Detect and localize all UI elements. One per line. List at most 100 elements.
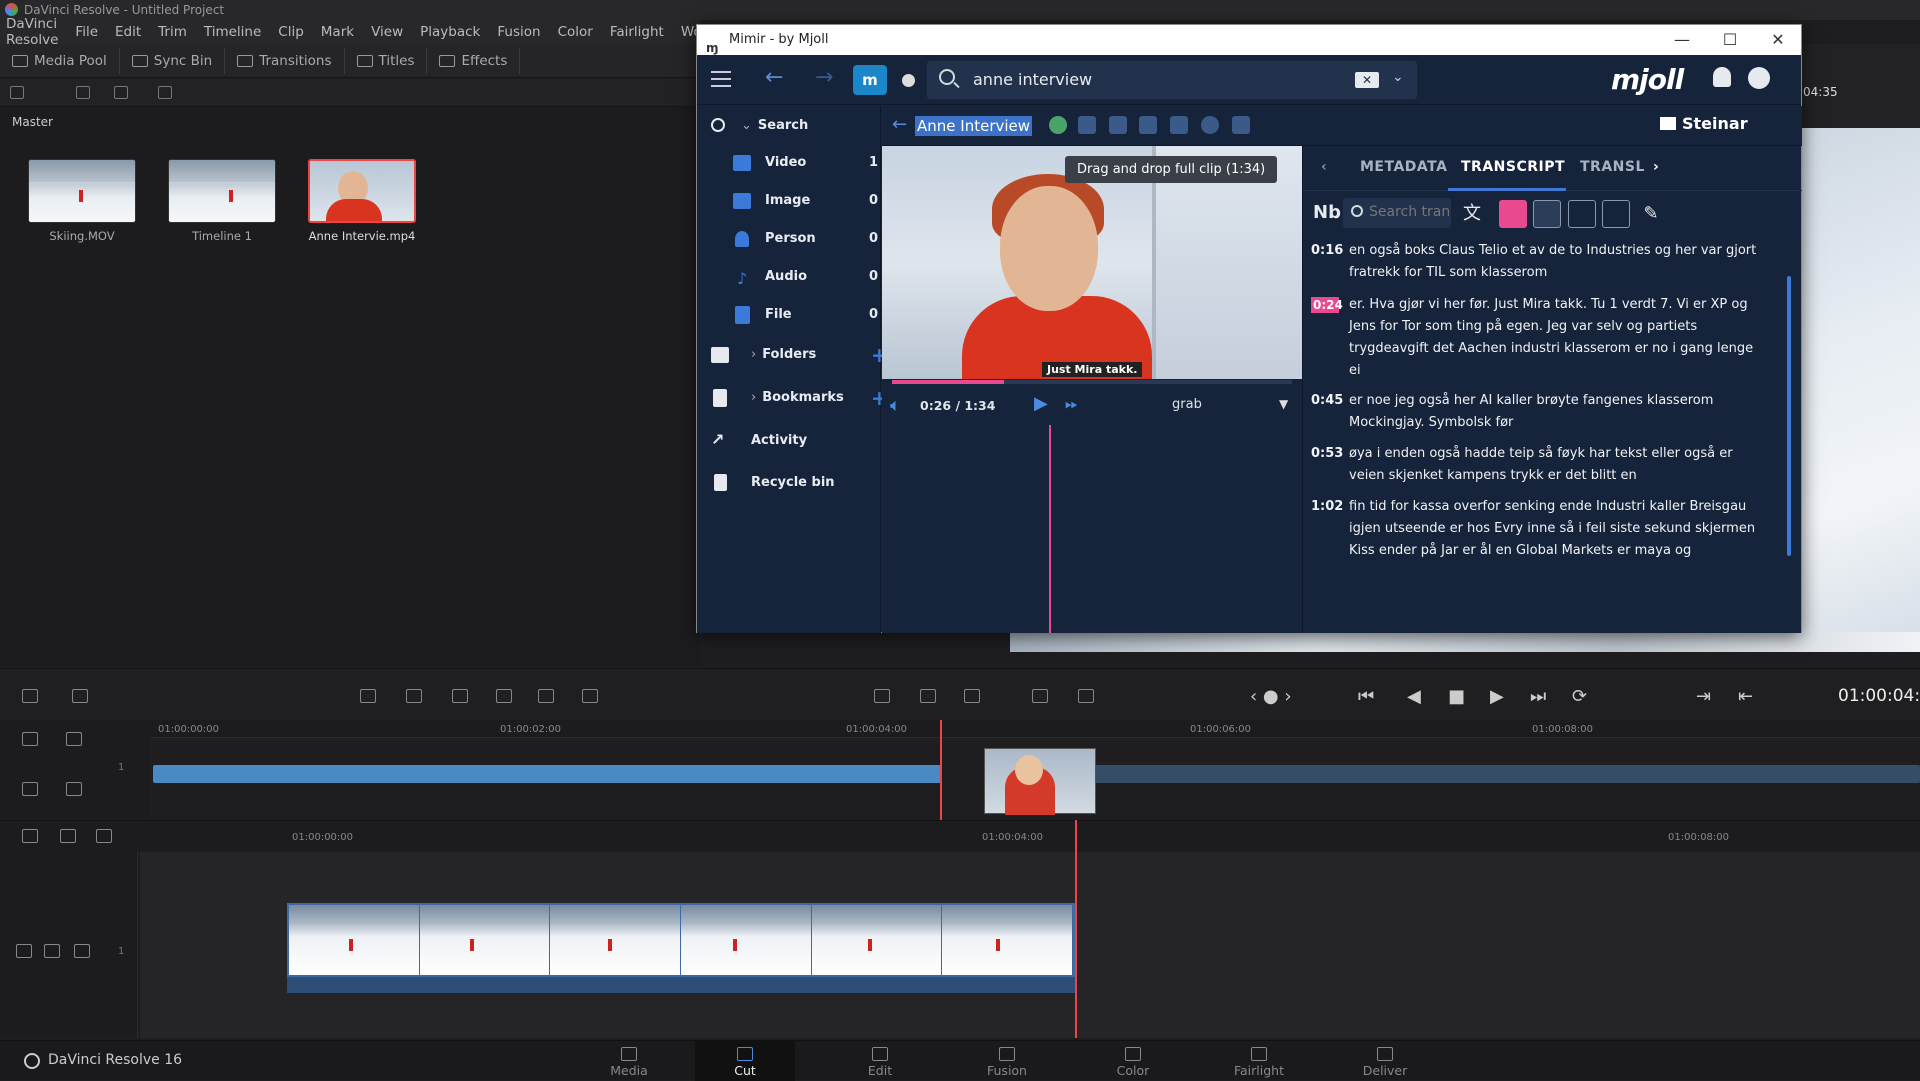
mark-out-icon[interactable]: ⇤: [1738, 686, 1753, 707]
titles-button[interactable]: Titles: [345, 47, 428, 74]
transcript-search-input[interactable]: [1369, 204, 1449, 220]
page-deliver[interactable]: Deliver: [1335, 1041, 1435, 1081]
sidebar-search[interactable]: ⌄ Search: [697, 109, 881, 143]
archive-icon[interactable]: [1170, 116, 1188, 134]
go-to-start-icon[interactable]: ⏮: [1358, 686, 1374, 707]
append-icon[interactable]: [406, 689, 422, 703]
trim-tool-icon[interactable]: [66, 732, 82, 746]
volume-icon[interactable]: 🔈︎: [890, 395, 901, 416]
dragged-clip-thumbnail[interactable]: [984, 748, 1096, 815]
zoom-out-icon[interactable]: [66, 782, 82, 796]
page-media[interactable]: Media: [579, 1041, 679, 1081]
sync-bin-button[interactable]: Sync Bin: [120, 47, 226, 74]
clip-anne-interview[interactable]: Anne Intervie.mp4: [308, 159, 416, 243]
copy-icon[interactable]: [1602, 200, 1630, 228]
stop-icon[interactable]: ■: [1448, 686, 1465, 707]
lock-icon[interactable]: [16, 944, 32, 958]
smart-insert-icon[interactable]: [22, 689, 38, 703]
clip-timeline-1[interactable]: Timeline 1: [168, 159, 276, 243]
back-to-results-icon[interactable]: ←: [892, 114, 907, 135]
loop-icon[interactable]: ⟳: [1572, 686, 1587, 707]
bell-icon[interactable]: [1713, 67, 1731, 87]
clear-search-icon[interactable]: ✕: [1355, 72, 1379, 88]
back-arrow-icon[interactable]: ←: [765, 65, 783, 90]
menu-fusion[interactable]: Fusion: [497, 24, 540, 40]
lower-playhead[interactable]: [1075, 820, 1077, 1038]
sidebar-activity[interactable]: ↗ Activity: [697, 424, 881, 458]
mark-in-icon[interactable]: ⇥: [1696, 686, 1711, 707]
media-pool-button[interactable]: Media Pool: [0, 47, 120, 74]
delete-icon[interactable]: [1139, 116, 1157, 134]
sidebar-item-audio[interactable]: ♪ Audio 0: [697, 260, 881, 294]
save-icon[interactable]: [1109, 116, 1127, 134]
sidebar-folders[interactable]: › Folders +: [697, 338, 888, 372]
menu-edit[interactable]: Edit: [115, 24, 141, 40]
sidebar-bookmarks[interactable]: › Bookmarks +: [697, 381, 888, 415]
minimize-icon[interactable]: —: [1659, 25, 1705, 55]
play-icon[interactable]: ▶: [1034, 393, 1048, 414]
view-toggle-icon[interactable]: [10, 86, 24, 99]
close-icon[interactable]: ✕: [1755, 25, 1801, 55]
menu-mark[interactable]: Mark: [321, 24, 354, 40]
menu-trim[interactable]: Trim: [158, 24, 187, 40]
sidebar-item-person[interactable]: Person 0: [697, 222, 881, 256]
list-view-icon[interactable]: [114, 86, 128, 99]
owner-folder[interactable]: Steinar: [1660, 114, 1748, 133]
edit-pencil-icon[interactable]: ✎: [1637, 200, 1665, 228]
language-selector[interactable]: Nb: [1313, 202, 1341, 223]
user-account-icon[interactable]: [1748, 67, 1770, 89]
close-up-icon[interactable]: [496, 689, 512, 703]
timeline-clip-skiing[interactable]: [287, 903, 1075, 977]
transcript-scrollbar[interactable]: [1787, 276, 1791, 556]
page-cut[interactable]: Cut: [695, 1041, 795, 1081]
page-fairlight[interactable]: Fairlight: [1209, 1041, 1309, 1081]
text-view-icon[interactable]: [1499, 200, 1527, 228]
menu-color[interactable]: Color: [558, 24, 593, 40]
page-fusion[interactable]: Fusion: [957, 1041, 1057, 1081]
translate-icon[interactable]: 文: [1463, 200, 1491, 228]
search-input[interactable]: anne interview: [973, 70, 1092, 89]
grab-select[interactable]: grab: [1172, 397, 1202, 412]
upper-track-clip[interactable]: [153, 765, 941, 783]
forward-arrow-icon[interactable]: →: [815, 65, 833, 90]
chevron-down-icon[interactable]: ⌄: [1392, 69, 1404, 85]
hamburger-menu-icon[interactable]: [711, 71, 731, 87]
tab-next-icon[interactable]: ›: [1653, 159, 1659, 175]
menu-clip[interactable]: Clip: [278, 24, 304, 40]
safe-area-icon[interactable]: [920, 689, 936, 703]
maximize-icon[interactable]: ☐: [1707, 25, 1753, 55]
subtitles-icon[interactable]: [1078, 116, 1096, 134]
timeline-view-icon[interactable]: [964, 689, 980, 703]
sidebar-recycle-bin[interactable]: Recycle bin: [697, 466, 881, 500]
zoom-in-icon[interactable]: [22, 782, 38, 796]
mimir-badge-icon[interactable]: m: [853, 65, 887, 95]
speaker-icon[interactable]: [44, 944, 60, 958]
import-icon[interactable]: [76, 86, 90, 99]
go-to-end-icon[interactable]: ⏭: [1530, 686, 1546, 707]
reverse-play-icon[interactable]: ◀: [1407, 686, 1421, 707]
video-player[interactable]: Drag and drop full clip (1:34) Just Mira…: [882, 146, 1302, 379]
fast-review-icon[interactable]: [1032, 689, 1048, 703]
tab-metadata[interactable]: METADATA: [1360, 159, 1447, 175]
chevron-down-icon[interactable]: ▼: [1279, 397, 1288, 411]
settings-icon[interactable]: [1078, 689, 1094, 703]
upper-playhead[interactable]: [940, 720, 942, 820]
smart-insert-tool-icon[interactable]: [360, 689, 376, 703]
track-tool-icon[interactable]: [22, 732, 38, 746]
menu-playback[interactable]: Playback: [420, 24, 480, 40]
eye-icon[interactable]: [1201, 116, 1219, 134]
clip-skiing[interactable]: Skiing.MOV: [28, 159, 136, 243]
video-progress-bar[interactable]: [892, 380, 1292, 384]
marker-icon[interactable]: [96, 829, 112, 843]
menu-timeline[interactable]: Timeline: [204, 24, 261, 40]
place-on-top-icon[interactable]: [538, 689, 554, 703]
transitions-button[interactable]: Transitions: [225, 47, 345, 74]
ai-services-icon[interactable]: [1049, 116, 1067, 134]
prev-next-clip-icon[interactable]: ‹ ● ›: [1250, 686, 1292, 707]
subtitle-view-icon[interactable]: [1533, 200, 1561, 228]
effects-button[interactable]: Effects: [427, 47, 521, 74]
search-bar[interactable]: anne interview ✕ ⌄: [927, 61, 1417, 99]
sliders-icon[interactable]: [1568, 200, 1596, 228]
workflow-icon[interactable]: [1232, 116, 1250, 134]
tab-translation[interactable]: TRANSL: [1580, 159, 1645, 175]
